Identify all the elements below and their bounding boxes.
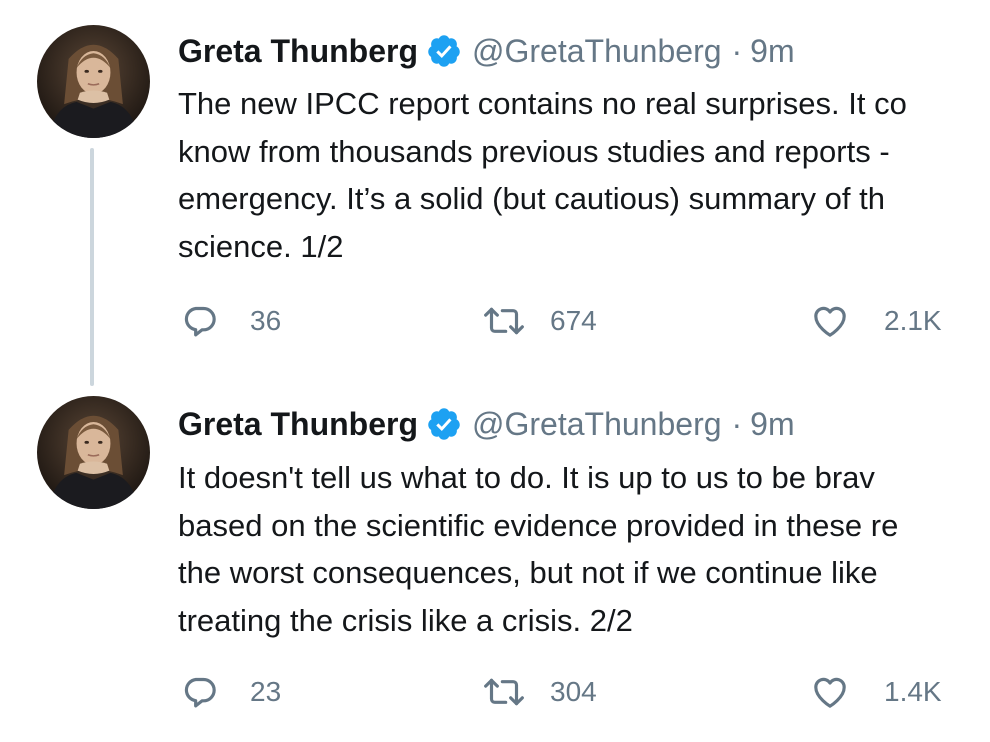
tweet-text-line: The new IPCC report contains no real sur… (178, 86, 907, 121)
reply-count: 23 (250, 676, 282, 707)
retweet-count: 674 (550, 305, 597, 336)
tweet[interactable]: Greta Thunberg @GretaThunberg · 9m It do… (0, 372, 990, 742)
tweet-text: The new IPCC report contains no real sur… (178, 80, 990, 270)
tweet-text-line: science. 1/2 (178, 228, 344, 264)
avatar[interactable] (37, 396, 150, 509)
tweet-text: It doesn't tell us what to do. It is up … (178, 454, 990, 644)
like-count: 1.4K (884, 676, 942, 707)
like-button[interactable]: 2.1K (810, 297, 942, 345)
separator-dot: · (731, 33, 743, 69)
reply-icon (184, 306, 216, 337)
timestamp[interactable]: 9m (750, 402, 794, 446)
profile-photo (37, 25, 150, 138)
tweet-header: Greta Thunberg @GretaThunberg · 9m (178, 402, 795, 446)
reply-button[interactable]: 23 (180, 668, 281, 716)
retweet-button[interactable]: 304 (482, 668, 597, 716)
tweet-text-line: It doesn't tell us what to do. It is up … (178, 460, 875, 495)
author-handle[interactable]: @GretaThunberg (472, 402, 722, 446)
avatar[interactable] (37, 25, 150, 138)
tweet-text-line: know from thousands previous studies and… (178, 133, 890, 169)
separator-dot: · (731, 406, 743, 442)
author-name[interactable]: Greta Thunberg (178, 402, 418, 446)
tweet[interactable]: Greta Thunberg @GretaThunberg · 9m The n… (0, 0, 990, 372)
timestamp[interactable]: 9m (750, 29, 794, 73)
tweet-text-line: emergency. It’s a solid (but cautious) s… (178, 181, 885, 216)
tweet-actions: 36 674 2.1K (0, 297, 990, 345)
reply-button[interactable]: 36 (180, 297, 281, 345)
heart-icon (814, 677, 846, 708)
retweet-count: 304 (550, 676, 597, 707)
verified-badge-icon (426, 33, 462, 69)
like-button[interactable]: 1.4K (810, 668, 942, 716)
verified-badge-icon (426, 406, 462, 442)
tweet-actions: 23 304 1.4K (0, 668, 990, 716)
author-handle[interactable]: @GretaThunberg (472, 29, 722, 73)
tweet-text-line: treating the crisis like a crisis. 2/2 (178, 602, 633, 638)
tweet-text-line: based on the scientific evidence provide… (178, 507, 899, 543)
reply-icon (184, 677, 216, 708)
tweet-header: Greta Thunberg @GretaThunberg · 9m (178, 29, 795, 73)
retweet-icon (484, 678, 524, 706)
like-count: 2.1K (884, 305, 942, 336)
author-name[interactable]: Greta Thunberg (178, 29, 418, 73)
heart-icon (814, 306, 846, 337)
retweet-icon (484, 307, 524, 335)
profile-photo (37, 396, 150, 509)
tweet-text-line: the worst consequences, but not if we co… (178, 555, 878, 590)
retweet-button[interactable]: 674 (482, 297, 597, 345)
reply-count: 36 (250, 305, 282, 336)
